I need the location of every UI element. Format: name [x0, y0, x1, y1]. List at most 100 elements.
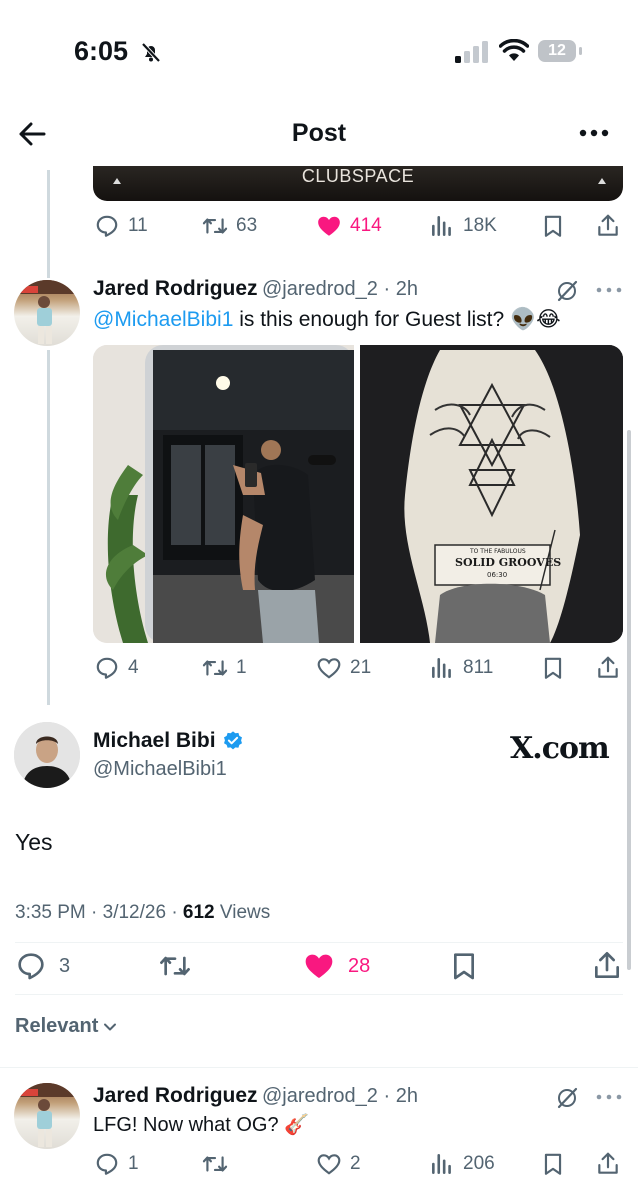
views-button[interactable]: 18K: [429, 213, 497, 239]
sketch-text-date: 06:30: [487, 571, 508, 579]
share-button[interactable]: [595, 213, 621, 239]
bookmark-icon: [544, 657, 562, 679]
mirror-photo-illustration: [93, 345, 354, 643]
share-icon: [598, 656, 618, 678]
views-count: 811: [463, 657, 494, 678]
heart-icon: [317, 1154, 341, 1175]
media-photo-mirror[interactable]: [93, 345, 354, 643]
heart-filled-icon: [318, 216, 340, 236]
triangle-marker-icon: [598, 178, 606, 184]
battery-cap: [579, 47, 582, 55]
reply-text: LFG! Now what OG? 🎸: [93, 1114, 310, 1136]
repost-button[interactable]: 63: [202, 213, 257, 239]
repost-icon: [202, 660, 228, 676]
repost-button[interactable]: 1: [202, 655, 247, 681]
reply-button[interactable]: 11: [94, 213, 148, 239]
share-button[interactable]: [591, 950, 623, 982]
more-options-icon[interactable]: [579, 129, 609, 137]
like-count: 21: [350, 657, 372, 678]
reply-more-icon[interactable]: [596, 1094, 622, 1100]
avatar[interactable]: [14, 722, 80, 788]
repost-button[interactable]: [158, 950, 192, 982]
author-name[interactable]: Jared Rodriguez: [93, 277, 258, 300]
repost-count: 1: [236, 657, 247, 678]
xcom-watermark: X.com: [510, 731, 610, 766]
main-author-name-row: Michael Bibi: [93, 729, 244, 753]
divider: [15, 942, 623, 943]
mention-link[interactable]: @MichaelBibi1: [93, 308, 233, 331]
repost-button[interactable]: [202, 1151, 228, 1177]
status-time: 6:05: [74, 36, 129, 66]
reply-button[interactable]: 3: [15, 950, 70, 982]
verified-badge-icon: [223, 731, 242, 750]
like-button[interactable]: 2: [316, 1151, 361, 1177]
views-icon: [432, 1154, 451, 1174]
status-bar: 6:05 12: [0, 0, 638, 100]
sort-label: Relevant: [15, 1015, 99, 1037]
post-time: 3:35 PM · 3/12/26 ·: [15, 902, 183, 923]
views-button[interactable]: 206: [429, 1151, 495, 1177]
repost-icon: [202, 1156, 228, 1172]
like-button[interactable]: 21: [316, 655, 371, 681]
reply-icon: [18, 953, 44, 980]
bookmark-icon: [544, 215, 562, 237]
reply-time: 2h: [395, 1085, 418, 1107]
avatar[interactable]: [14, 1083, 80, 1149]
dot-separator: ·: [377, 278, 396, 300]
page-title: Post: [291, 119, 347, 147]
reply-count: 3: [59, 954, 71, 977]
main-tweet-text: Yes: [15, 829, 53, 855]
wifi-icon: [499, 39, 529, 61]
bookmark-icon: [544, 1153, 562, 1175]
like-button[interactable]: 414: [316, 213, 382, 239]
grok-icon[interactable]: [555, 279, 579, 303]
views-number[interactable]: 612: [183, 902, 215, 923]
share-button[interactable]: [595, 655, 621, 681]
tweet-more-icon[interactable]: [596, 287, 622, 293]
bookmark-icon: [454, 953, 474, 980]
reply-button[interactable]: 1: [94, 1151, 139, 1177]
like-button[interactable]: 28: [302, 950, 370, 982]
battery-level: 12: [548, 42, 566, 59]
club-logo-text: CLUBSPACE: [301, 166, 415, 186]
avatar[interactable]: [14, 280, 80, 346]
bookmark-button[interactable]: [540, 1151, 566, 1177]
author-handle[interactable]: @jaredrod_2: [262, 1085, 378, 1107]
share-button[interactable]: [595, 1151, 621, 1177]
reply-header: Jared Rodriguez @jaredrod_2 · 2h: [93, 1084, 418, 1108]
media-photo-sketch[interactable]: TO THE FABULOUS SOLID GROOVES 06:30: [360, 345, 623, 643]
bookmark-button[interactable]: [540, 213, 566, 239]
repost-icon: [160, 956, 190, 976]
author-handle[interactable]: @MichaelBibi1: [93, 758, 227, 781]
repost-icon: [202, 218, 228, 234]
thread-line: [47, 170, 50, 278]
scrollbar-thumb[interactable]: [627, 430, 631, 970]
divider: [15, 994, 623, 995]
avatar-figure: [14, 722, 80, 788]
triangle-marker-icon: [113, 178, 121, 184]
sketch-text-small: TO THE FABULOUS: [470, 548, 526, 555]
author-name[interactable]: Jared Rodriguez: [93, 1084, 258, 1107]
thread-line: [47, 350, 50, 705]
grok-icon[interactable]: [555, 1086, 579, 1110]
tweet-body: is this enough for Guest list? 👽😂: [233, 308, 561, 331]
share-icon: [598, 1152, 618, 1174]
reply-button[interactable]: 4: [94, 655, 139, 681]
reply-icon: [96, 1153, 118, 1175]
like-count: 414: [350, 215, 382, 236]
share-icon: [598, 214, 618, 236]
author-handle[interactable]: @jaredrod_2: [262, 278, 378, 300]
views-button[interactable]: 811: [429, 655, 493, 681]
reply-icon: [96, 215, 118, 237]
battery-icon: 12: [538, 40, 576, 62]
avatar-figure: [14, 1083, 80, 1147]
bookmark-button[interactable]: [448, 950, 480, 982]
quoted-media[interactable]: CLUBSPACE: [93, 166, 623, 201]
like-count: 2: [350, 1153, 361, 1174]
views-count: 206: [463, 1153, 495, 1174]
dot-separator: ·: [377, 1085, 396, 1107]
heart-filled-icon: [305, 954, 333, 978]
sort-dropdown[interactable]: Relevant: [15, 1015, 118, 1038]
author-name[interactable]: Michael Bibi: [93, 729, 216, 753]
bookmark-button[interactable]: [540, 655, 566, 681]
